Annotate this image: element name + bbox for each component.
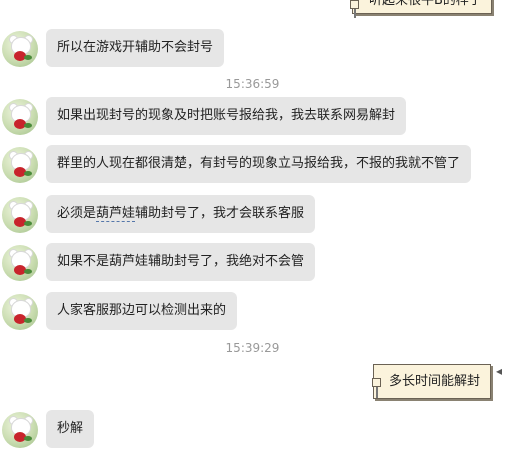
timestamp: 15:39:29 xyxy=(225,341,280,355)
message-text: 秒解 xyxy=(57,421,84,436)
sent-message-note: 多长时间能解封 xyxy=(373,364,491,399)
contact-avatar[interactable] xyxy=(2,294,38,330)
pin-icon xyxy=(350,0,359,9)
contact-avatar[interactable] xyxy=(2,412,38,448)
contact-avatar[interactable] xyxy=(2,31,38,67)
received-message-bubble: 群里的人现在都很清楚，有封号的现象立马报给我，不报的我就不管了 xyxy=(46,145,472,183)
contact-avatar[interactable] xyxy=(2,147,38,183)
contact-avatar[interactable] xyxy=(2,245,38,281)
message-text: 如果不是葫芦娃辅助封号了，我绝对不会管 xyxy=(57,254,305,269)
message-text: 如果出现封号的现象及时把账号报给我，我去联系网易解封 xyxy=(57,108,396,123)
received-message-bubble: 如果不是葫芦娃辅助封号了，我绝对不会管 xyxy=(46,243,316,281)
message-text: 人家客服那边可以检测出来的 xyxy=(57,303,227,318)
received-message-bubble: 如果出现封号的现象及时把账号报给我，我去联系网易解封 xyxy=(46,97,407,135)
sent-message-text: 多长时间能解封 xyxy=(389,374,481,389)
message-text-underlined: 葫芦娃 xyxy=(96,206,136,222)
message-text-suffix: 辅助封号了，我才会联系客服 xyxy=(135,206,305,221)
message-text: 群里的人现在都很清楚，有封号的现象立马报给我，不报的我就不管了 xyxy=(57,156,461,171)
received-message-bubble: 秒解 xyxy=(46,410,95,448)
sent-message-text: 听起来很牛B的样子 xyxy=(369,0,482,8)
sent-message-note-top: 听起来很牛B的样子 xyxy=(352,0,492,14)
message-text-prefix: 必须是 xyxy=(57,206,97,221)
timestamp: 15:36:59 xyxy=(225,77,280,91)
received-message-bubble: 人家客服那边可以检测出来的 xyxy=(46,292,238,330)
received-message-bubble: 必须是葫芦娃辅助封号了，我才会联系客服 xyxy=(46,195,316,233)
message-text: 所以在游戏开辅助不会封号 xyxy=(57,40,214,55)
status-arrow-icon: ◂ xyxy=(496,364,503,378)
pin-icon xyxy=(372,378,381,387)
contact-avatar[interactable] xyxy=(2,197,38,233)
contact-avatar[interactable] xyxy=(2,99,38,135)
received-message-bubble: 所以在游戏开辅助不会封号 xyxy=(46,29,225,67)
